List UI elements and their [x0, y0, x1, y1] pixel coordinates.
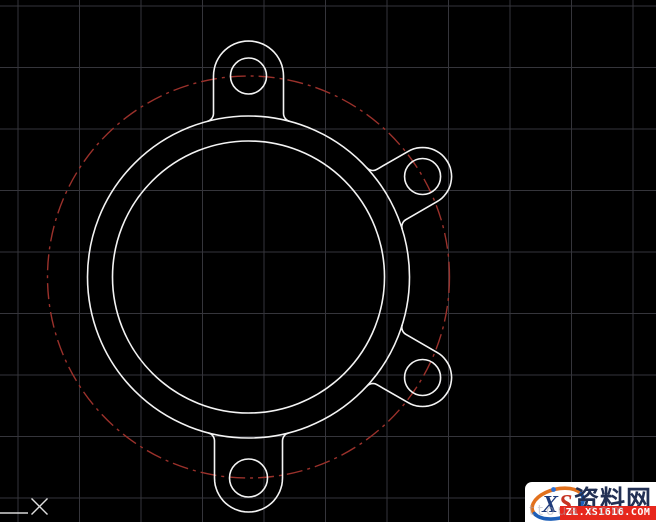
cad-drawing-area[interactable]: X S 资料网 ZL.XS1616.COM ttoua com [0, 0, 656, 522]
bolt-lug-outline[interactable] [208, 432, 289, 513]
cad-canvas[interactable] [0, 0, 656, 522]
bolt-hole-circle[interactable] [403, 358, 442, 397]
grid-lines [0, 0, 656, 522]
logo-letter-x: X [541, 492, 559, 518]
watermark-badge: X S 资料网 ZL.XS1616.COM [525, 482, 656, 522]
flange-outer-circle[interactable] [86, 115, 411, 439]
bolt-lug-outline[interactable] [207, 40, 290, 123]
watermark-url-strip: ZL.XS1616.COM [560, 505, 656, 520]
cursor-markers [0, 498, 48, 515]
bolt-hole-circle[interactable] [403, 157, 442, 196]
flange-outline[interactable] [86, 115, 411, 439]
bolt-circle[interactable] [46, 75, 451, 479]
bolt-circle-centerline[interactable] [46, 75, 451, 479]
flange-inner-circle[interactable] [111, 140, 386, 414]
bolt-lugs[interactable] [207, 40, 453, 513]
